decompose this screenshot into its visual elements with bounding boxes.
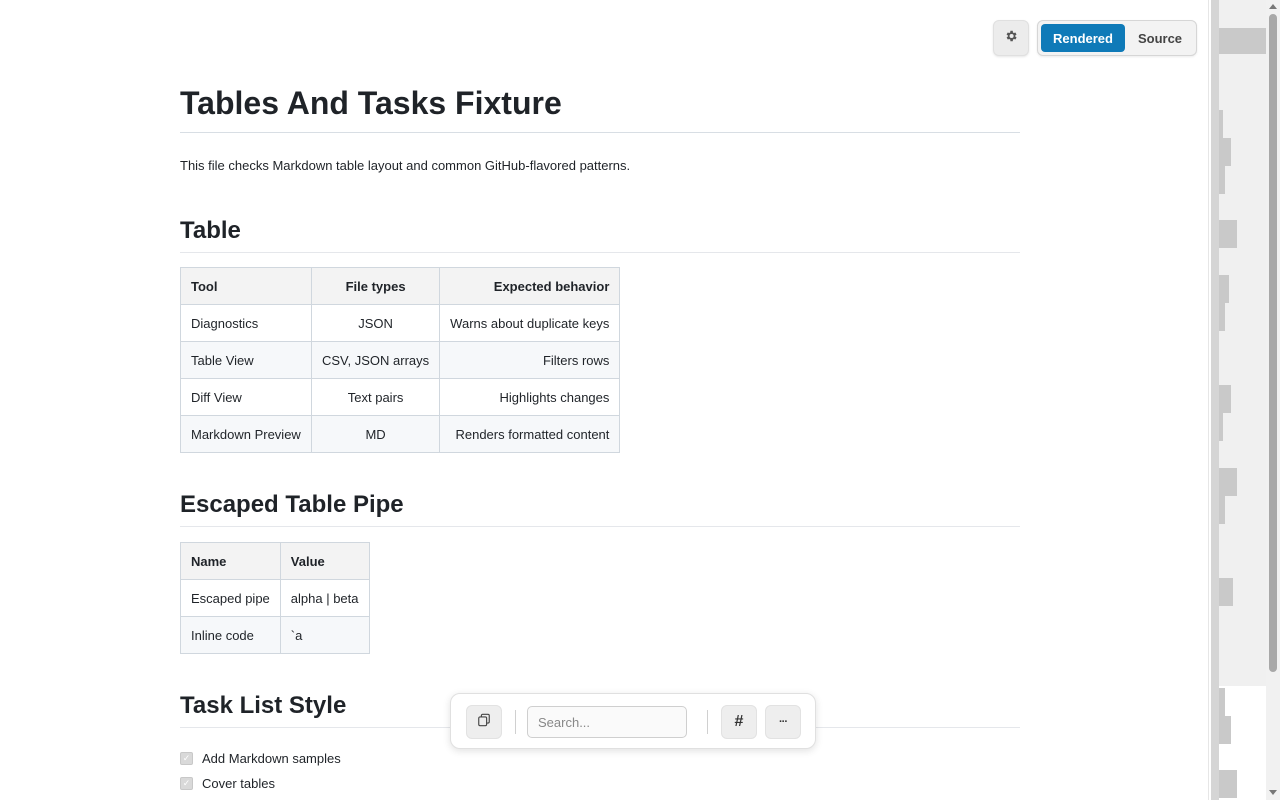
- table-cell: Text pairs: [310, 378, 441, 416]
- source-view-button[interactable]: Source: [1127, 24, 1193, 52]
- minimap-block: [1219, 220, 1237, 248]
- minimap-gutter: [1211, 0, 1219, 800]
- copy-button[interactable]: [466, 705, 502, 739]
- minimap-block: [1219, 166, 1225, 194]
- table-header-row: Name Value: [180, 542, 370, 580]
- column-header: Name: [180, 542, 281, 580]
- column-header: File types: [310, 267, 441, 305]
- minimap-block: [1219, 138, 1231, 166]
- intro-paragraph: This file checks Markdown table layout a…: [180, 158, 631, 173]
- table-cell: Escaped pipe: [180, 579, 281, 617]
- table-cell: Renders formatted content: [439, 415, 621, 453]
- list-item: ✓ Add Markdown samples: [180, 746, 341, 771]
- heading-anchors-button[interactable]: #: [721, 705, 757, 739]
- minimap-block: [1219, 688, 1225, 716]
- toolbar-divider: [515, 710, 516, 734]
- minimap-block: [1219, 413, 1223, 441]
- rendered-view-button[interactable]: Rendered: [1041, 24, 1125, 52]
- minimap-block: [1219, 468, 1237, 496]
- floating-toolbar: # ···: [450, 693, 816, 749]
- minimap-block: [1219, 110, 1223, 138]
- markdown-preview: Tables And Tasks Fixture This file check…: [180, 0, 1020, 800]
- table-row: Diff View Text pairs Highlights changes: [180, 378, 621, 416]
- table-cell: alpha | beta: [279, 579, 370, 617]
- tools-table: Tool File types Expected behavior Diagno…: [180, 267, 621, 453]
- toolbar-divider: [707, 710, 708, 734]
- minimap-block: [1219, 716, 1231, 744]
- minimap-block: [1219, 28, 1267, 54]
- minimap-block: [1219, 303, 1225, 331]
- table-header-row: Tool File types Expected behavior: [180, 267, 621, 305]
- table-row: Escaped pipe alpha | beta: [180, 579, 370, 617]
- column-header: Tool: [180, 267, 312, 305]
- table-row: Diagnostics JSON Warns about duplicate k…: [180, 304, 621, 342]
- column-header: Value: [279, 542, 370, 580]
- table-cell: JSON: [310, 304, 441, 342]
- section-heading-escaped-pipe: Escaped Table Pipe: [180, 490, 1020, 527]
- table-cell: Diagnostics: [180, 304, 312, 342]
- table-cell: Diff View: [180, 378, 312, 416]
- scrollbar-thumb[interactable]: [1269, 14, 1277, 672]
- minimap-block: [1219, 275, 1229, 303]
- scroll-up-arrow-icon[interactable]: [1269, 4, 1277, 9]
- task-checkbox[interactable]: ✓: [180, 752, 193, 765]
- table-cell: Inline code: [180, 616, 281, 654]
- minimap[interactable]: [1208, 0, 1267, 800]
- table-cell: CSV, JSON arrays: [310, 341, 441, 379]
- scroll-down-arrow-icon[interactable]: [1269, 790, 1277, 795]
- vertical-scrollbar[interactable]: [1266, 0, 1280, 800]
- task-checkbox[interactable]: ✓: [180, 777, 193, 790]
- list-item: ✓ Cover tables: [180, 771, 341, 796]
- search-input[interactable]: [527, 706, 687, 738]
- escaped-pipe-table: Name Value Escaped pipe alpha | beta Inl…: [180, 542, 370, 654]
- table-cell: Highlights changes: [439, 378, 621, 416]
- minimap-block: [1219, 578, 1233, 606]
- table-cell: `a: [279, 616, 370, 654]
- table-row: Inline code `a: [180, 616, 370, 654]
- section-heading-table: Table: [180, 216, 1020, 253]
- table-cell: Markdown Preview: [180, 415, 312, 453]
- view-mode-toggle: Rendered Source: [1037, 20, 1197, 56]
- table-cell: Table View: [180, 341, 312, 379]
- minimap-block: [1219, 385, 1231, 413]
- more-options-button[interactable]: ···: [765, 705, 801, 739]
- copy-icon: [477, 713, 491, 732]
- table-cell: Warns about duplicate keys: [439, 304, 621, 342]
- document-title: Tables And Tasks Fixture: [180, 84, 1020, 133]
- task-list: ✓ Add Markdown samples ✓ Cover tables: [180, 746, 341, 796]
- task-label: Cover tables: [202, 776, 275, 791]
- table-cell: MD: [310, 415, 441, 453]
- table-row: Markdown Preview MD Renders formatted co…: [180, 415, 621, 453]
- task-label: Add Markdown samples: [202, 751, 341, 766]
- table-cell: Filters rows: [439, 341, 621, 379]
- table-row: Table View CSV, JSON arrays Filters rows: [180, 341, 621, 379]
- column-header: Expected behavior: [439, 267, 621, 305]
- minimap-block: [1219, 496, 1225, 524]
- minimap-block: [1219, 770, 1237, 798]
